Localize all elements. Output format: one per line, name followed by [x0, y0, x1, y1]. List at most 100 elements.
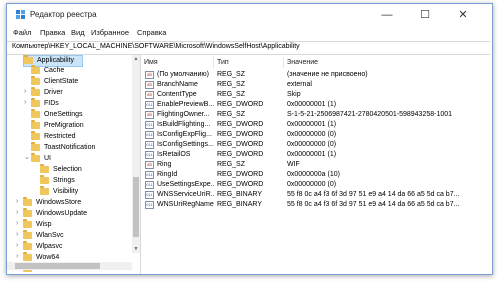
binary-value-icon: 011 [145, 131, 154, 139]
scroll-down-arrow-icon[interactable]: ▼ [132, 245, 140, 253]
menu-view[interactable]: Вид [71, 28, 85, 37]
binary-value-icon: 011 [145, 181, 154, 189]
binary-value-icon: 011 [145, 121, 154, 129]
maximize-button[interactable]: ☐ [406, 4, 444, 26]
tree-item-selection[interactable]: Selection [40, 164, 130, 175]
expand-chevron-icon[interactable]: › [16, 242, 18, 249]
tree-item-strings[interactable]: Strings [40, 175, 130, 186]
expand-chevron-icon[interactable]: › [16, 231, 18, 238]
binary-value-icon: 011 [145, 201, 154, 209]
tree-item-ui[interactable]: UI [31, 153, 131, 164]
value-name: RingId [157, 171, 178, 178]
expand-chevron-icon[interactable]: › [24, 99, 26, 106]
menu-help[interactable]: Справка [137, 28, 166, 37]
column-header-value[interactable]: Значение [284, 57, 492, 68]
expand-chevron-icon[interactable]: › [16, 209, 18, 216]
value-data: 0x00000001 (1) [287, 151, 337, 158]
tree-item-windowsstore[interactable]: WindowsStore [23, 197, 131, 208]
tree-horizontal-scrollbar[interactable] [7, 262, 132, 270]
value-name: IsRetailOS [157, 151, 191, 158]
scroll-up-arrow-icon[interactable]: ▲ [132, 55, 140, 63]
value-name: EnablePreviewB... [157, 101, 214, 108]
tree-item-label: Driver [44, 89, 63, 96]
value-name: WNSUriRegName [157, 201, 214, 208]
column-header-name[interactable]: Имя [141, 57, 214, 68]
collapse-chevron-icon[interactable]: ⌄ [24, 153, 30, 161]
expand-chevron-icon[interactable]: › [24, 88, 26, 95]
tree-item-fids[interactable]: FIDs [31, 98, 131, 109]
tree-item-label: Applicability [37, 57, 74, 64]
expand-chevron-icon[interactable]: › [16, 198, 18, 205]
tree-item-wlpasvc[interactable]: Wlpasvc [23, 241, 131, 252]
tree-item-restricted[interactable]: Restricted [31, 131, 131, 142]
binary-value-icon: 011 [145, 151, 154, 159]
value-name: WNSServiceUriR... [157, 191, 214, 198]
column-header-type[interactable]: Тип [214, 57, 284, 68]
tree-item-onesettings[interactable]: OneSettings [31, 109, 131, 120]
tree-item-wisp[interactable]: Wisp [23, 219, 131, 230]
value-type: REG_SZ [217, 91, 246, 98]
value-type: REG_DWORD [217, 101, 264, 108]
value-row[interactable]: 011 IsConfigSettings... REG_DWORD 0x0000… [141, 140, 492, 150]
tree-item-windowsupdate[interactable]: WindowsUpdate [23, 208, 131, 219]
tree-item-visibility[interactable]: Visibility [40, 186, 130, 197]
value-data: 0x00000000 (0) [287, 141, 337, 148]
value-row[interactable]: 011 RingId REG_DWORD 0x0000000a (10) [141, 170, 492, 180]
tree-item-label: Wisp [36, 221, 52, 228]
value-row[interactable]: ab (По умолчанию) REG_SZ (значение не пр… [141, 70, 492, 80]
tree-item-label: UI [44, 155, 51, 162]
value-row[interactable]: ab BranchName REG_SZ external [141, 80, 492, 90]
value-row[interactable]: 011 UseSettingsExpe... REG_DWORD 0x00000… [141, 180, 492, 190]
tree-item-label: WindowsStore [36, 199, 82, 206]
address-bar[interactable]: Компьютер\HKEY_LOCAL_MACHINE\SOFTWARE\Mi… [7, 41, 490, 55]
menu-edit[interactable]: Правка [40, 28, 65, 37]
value-name: FlightingOwner... [157, 111, 210, 118]
tree-item-wlansvc[interactable]: WlanSvc [23, 230, 131, 241]
binary-value-icon: 011 [145, 141, 154, 149]
folder-icon [31, 87, 40, 96]
title-bar[interactable]: Редактор реестра — ☐ ✕ [7, 4, 492, 26]
binary-value-icon: 011 [145, 191, 154, 199]
value-row[interactable]: ab Ring REG_SZ WIF [141, 160, 492, 170]
value-row[interactable]: 011 WNSUriRegName REG_BINARY 55 f8 0c a4… [141, 200, 492, 210]
tree-item-label: OneSettings [44, 111, 83, 118]
folder-icon [31, 153, 40, 162]
tree-item-clientstate[interactable]: ClientState [31, 76, 131, 87]
expand-chevron-icon[interactable]: › [16, 253, 18, 260]
value-row[interactable]: ab ContentType REG_SZ Skip [141, 90, 492, 100]
tree-item-label: ToastNotification [44, 144, 96, 151]
folder-icon [23, 241, 32, 250]
tree-item-premigration[interactable]: PreMigration [31, 120, 131, 131]
expand-chevron-icon[interactable]: › [16, 220, 18, 227]
window-title: Редактор реестра [30, 10, 97, 19]
value-row[interactable]: ab FlightingOwner... REG_SZ S-1-5-21-250… [141, 110, 492, 120]
menu-file[interactable]: Файл [13, 28, 31, 37]
address-path: Компьютер\HKEY_LOCAL_MACHINE\SOFTWARE\Mi… [12, 43, 300, 50]
value-row[interactable]: 011 IsRetailOS REG_DWORD 0x00000001 (1) [141, 150, 492, 160]
tree-item-cache[interactable]: Cache [31, 65, 131, 76]
value-data: external [287, 81, 312, 88]
tree-scroll-thumb[interactable] [133, 177, 139, 237]
string-value-icon: ab [145, 161, 154, 169]
value-row[interactable]: 011 WNSServiceUriR... REG_BINARY 55 f8 0… [141, 190, 492, 200]
menu-favorites[interactable]: Избранное [91, 28, 129, 37]
folder-icon [40, 164, 49, 173]
value-name: ContentType [157, 91, 197, 98]
binary-value-icon: 011 [145, 171, 154, 179]
tree-item-driver[interactable]: Driver [31, 87, 131, 98]
close-button[interactable]: ✕ [444, 4, 482, 26]
value-type: REG_DWORD [217, 151, 264, 158]
value-data: Skip [287, 91, 301, 98]
value-row[interactable]: 011 IsBuildFlighting... REG_DWORD 0x0000… [141, 120, 492, 130]
tree-vertical-scrollbar[interactable]: ▲ ▼ [132, 55, 140, 253]
tree-item-label: Restricted [44, 133, 76, 140]
value-row[interactable]: 011 IsConfigExpFlig... REG_DWORD 0x00000… [141, 130, 492, 140]
value-data: 55 f8 0c a4 f3 6f 3d 97 51 e9 a4 14 da 6… [287, 201, 460, 208]
tree-hscroll-thumb[interactable] [15, 263, 100, 269]
value-type: REG_DWORD [217, 171, 264, 178]
minimize-button[interactable]: — [368, 4, 406, 26]
value-data: 0x00000000 (0) [287, 181, 337, 188]
value-row[interactable]: 011 EnablePreviewB... REG_DWORD 0x000000… [141, 100, 492, 110]
value-type: REG_SZ [217, 111, 246, 118]
tree-item-toastnotification[interactable]: ToastNotification [31, 142, 131, 153]
